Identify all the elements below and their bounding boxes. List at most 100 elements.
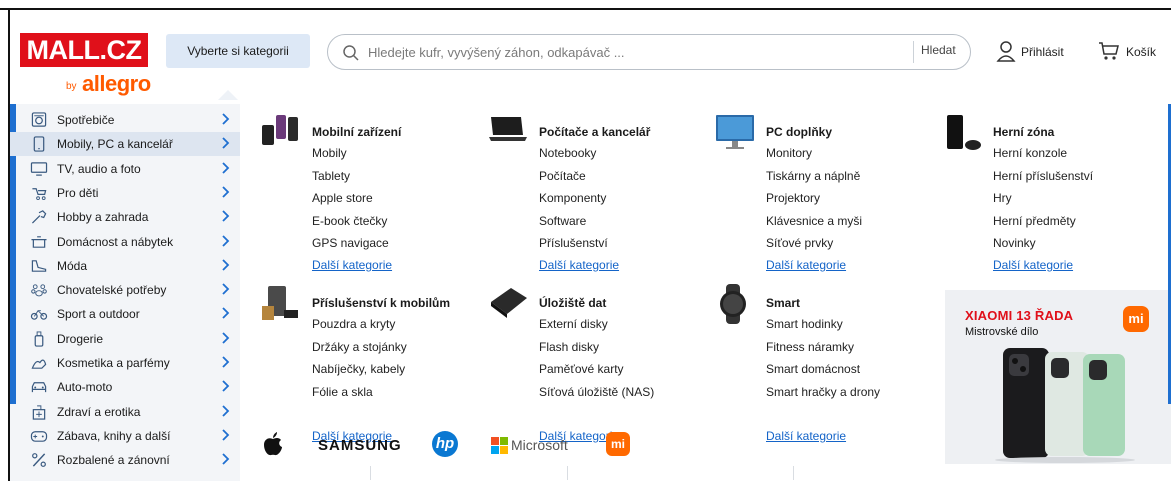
category-link[interactable]: Paměťové karty [539,362,624,376]
apple-icon[interactable] [263,432,283,456]
more-categories-link[interactable]: Další kategorie [766,258,846,272]
category-link[interactable]: Herní předměty [993,214,1076,228]
sidebar-item-label: TV, audio a foto [57,161,141,176]
sidebar-item[interactable]: Zdraví a erotika [10,400,240,424]
category-button[interactable]: Vyberte si kategorii [166,34,310,68]
category-group-title[interactable]: PC doplňky [766,125,832,139]
category-thumbnail-image[interactable] [260,284,302,326]
category-link[interactable]: Tiskárny a náplně [766,169,860,183]
category-thumbnail-image[interactable] [714,284,756,326]
shoe-icon [31,260,47,272]
category-link[interactable]: Síťová úložiště (NAS) [539,385,654,399]
samsung-logo[interactable]: SAMSUNG [318,437,402,454]
sidebar-item[interactable]: Móda [10,254,240,278]
category-link[interactable]: Smart domácnost [766,362,860,376]
chevron-right-icon [222,137,230,149]
sidebar-item[interactable]: Spotřebiče [10,108,240,132]
sidebar-item[interactable]: Drogerie [10,327,240,351]
appliance-icon [31,112,47,127]
category-link[interactable]: Herní konzole [993,146,1067,160]
window-frame-top [0,8,1171,10]
category-group-title[interactable]: Příslušenství k mobilům [312,296,450,310]
sidebar-item[interactable]: Hobby a zahrada [10,205,240,229]
category-link[interactable]: Flash disky [539,340,599,354]
sidebar-item[interactable]: Kosmetika a parfémy [10,351,240,375]
category-group-title[interactable]: Smart [766,296,800,310]
category-link[interactable]: Držáky a stojánky [312,340,407,354]
search-icon [343,45,359,61]
search-button[interactable]: Hledat [921,43,956,57]
category-group-title[interactable]: Úložiště dat [539,296,606,310]
sidebar-item[interactable]: Sport a outdoor [10,302,240,326]
chevron-right-icon [222,186,230,198]
category-link[interactable]: Síťové prvky [766,236,833,250]
chevron-right-icon [222,113,230,125]
category-link[interactable]: Monitory [766,146,812,160]
category-link[interactable]: Komponenty [539,191,606,205]
category-link[interactable]: Software [539,214,586,228]
chevron-right-icon [222,429,230,441]
category-link[interactable]: Fitness náramky [766,340,854,354]
search-input[interactable] [368,41,908,63]
category-link[interactable]: Počítače [539,169,586,183]
xiaomi-promo-banner[interactable]: XIAOMI 13 ŘADA Mistrovské dílo mi [945,290,1171,464]
xiaomi-logo[interactable]: mi [606,432,630,456]
category-group-title[interactable]: Mobilní zařízení [312,125,401,139]
sidebar-item[interactable]: TV, audio a foto [10,157,240,181]
category-thumbnail-image[interactable] [487,113,529,155]
sidebar-item-label: Zdraví a erotika [57,404,141,419]
menu-caret [218,90,238,100]
category-link[interactable]: Fólie a skla [312,385,373,399]
category-group-title[interactable]: Počítače a kancelář [539,125,650,139]
sidebar-item-label: Auto-moto [57,380,113,395]
category-link[interactable]: Projektory [766,191,820,205]
sidebar-item[interactable]: Chovatelské potřeby [10,278,240,302]
category-thumbnail-image[interactable] [260,113,302,155]
sidebar-item[interactable]: Domácnost a nábytek [10,230,240,254]
chevron-right-icon [222,356,230,368]
more-categories-link[interactable]: Další kategorie [993,258,1073,272]
category-link[interactable]: Nabíječky, kabely [312,362,405,376]
divider [793,466,794,480]
category-thumbnail-image[interactable] [714,113,756,155]
promo-subtitle: Mistrovské dílo [965,326,1039,338]
category-link[interactable]: Tablety [312,169,350,183]
car-icon [31,382,47,393]
category-thumbnail-image[interactable] [941,113,983,155]
category-link[interactable]: Novinky [993,236,1036,250]
category-link[interactable]: Smart hračky a drony [766,385,880,399]
category-link[interactable]: Notebooky [539,146,596,160]
sidebar-item[interactable]: Pro děti [10,181,240,205]
more-categories-link[interactable]: Další kategorie [766,429,846,443]
sidebar-item[interactable]: Auto-moto [10,375,240,399]
sidebar-item[interactable]: Zábava, knihy a další [10,424,240,448]
more-categories-link[interactable]: Další kategorie [539,258,619,272]
hp-logo[interactable]: hp [432,431,458,457]
sidebar-item[interactable]: Mobily, PC a kancelář [10,132,240,157]
category-link[interactable]: Hry [993,191,1012,205]
pot-icon [31,235,47,248]
mall-logo[interactable]: MALL.CZ by allegro [20,33,151,101]
category-link[interactable]: Klávesnice a myši [766,214,862,228]
category-link[interactable]: Mobily [312,146,347,160]
phones-image [995,348,1135,463]
tools-icon [31,210,47,224]
category-link[interactable]: Apple store [312,191,373,205]
category-link[interactable]: Pouzdra a kryty [312,317,395,331]
more-categories-link[interactable]: Další kategorie [312,258,392,272]
category-link[interactable]: Smart hodinky [766,317,843,331]
category-link[interactable]: E-book čtečky [312,214,387,228]
sidebar-item[interactable]: Rozbalené a zánovní [10,448,240,472]
category-link[interactable]: Externí disky [539,317,608,331]
logo-allegro: allegro [82,71,151,96]
category-thumbnail-image[interactable] [487,284,529,326]
logo-wordmark: MALL.CZ [20,33,148,67]
chevron-right-icon [222,210,230,222]
category-link[interactable]: Herní příslušenství [993,169,1093,183]
divider [370,466,371,480]
category-link[interactable]: GPS navigace [312,236,389,250]
category-link[interactable]: Příslušenství [539,236,608,250]
sidebar-item-label: Móda [57,258,88,273]
tv-icon [30,161,48,176]
category-group-title[interactable]: Herní zóna [993,125,1054,139]
